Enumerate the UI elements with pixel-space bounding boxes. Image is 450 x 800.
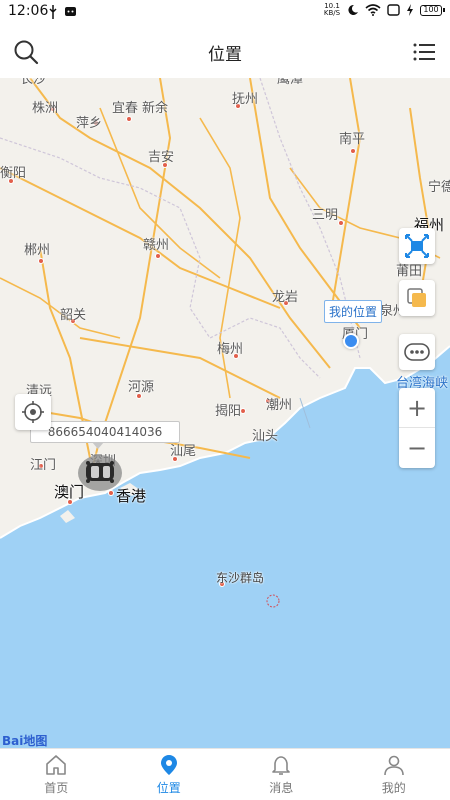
baidu-logo-suffix: 地图 bbox=[23, 734, 48, 748]
header: 位置 bbox=[0, 24, 450, 78]
wifi-icon bbox=[365, 4, 381, 16]
status-notification-icons bbox=[48, 5, 77, 19]
home-icon bbox=[46, 755, 67, 775]
city-label: 衡阳 bbox=[0, 166, 27, 181]
city-dot bbox=[155, 253, 161, 259]
fit-view-button[interactable] bbox=[399, 228, 435, 264]
notification-app-icon bbox=[65, 7, 76, 16]
tab-label: 消息 bbox=[269, 781, 294, 795]
city-label: 株洲 bbox=[32, 101, 59, 116]
city-label: 宁德 bbox=[428, 180, 450, 195]
fit-view-icon bbox=[405, 234, 429, 258]
status-right-icons: 10.1 KB/S 100 bbox=[323, 3, 445, 17]
tab-profile[interactable]: 我的 bbox=[338, 749, 450, 800]
more-button[interactable] bbox=[399, 334, 435, 370]
bell-icon bbox=[272, 756, 291, 775]
city-label: 汕头 bbox=[252, 429, 279, 444]
city-label: 南平 bbox=[339, 132, 366, 147]
city-dot bbox=[126, 116, 132, 122]
page-title: 位置 bbox=[208, 45, 242, 65]
zoom-out-button[interactable]: − bbox=[399, 428, 435, 468]
status-bar: 12:06 10.1 KB/S 100 bbox=[0, 0, 450, 24]
baidu-logo-text: Bai bbox=[2, 734, 24, 748]
user-icon bbox=[383, 755, 404, 776]
city-dot bbox=[338, 220, 344, 226]
zoom-control: + − bbox=[399, 388, 435, 468]
my-location-label: 我的位置 bbox=[324, 300, 383, 323]
list-menu-icon[interactable] bbox=[413, 42, 435, 62]
device-label-pointer bbox=[92, 442, 104, 449]
city-label: 宜春 bbox=[112, 101, 139, 116]
tab-label: 我的 bbox=[381, 781, 406, 795]
more-dots-icon bbox=[404, 343, 430, 361]
tab-label: 首页 bbox=[44, 781, 69, 795]
layers-icon bbox=[407, 288, 426, 307]
city-label: 长沙 bbox=[20, 78, 47, 87]
city-label: 梅州 bbox=[217, 342, 244, 357]
city-label: 韶关 bbox=[60, 308, 87, 323]
city-dot bbox=[350, 148, 356, 154]
battery-indicator: 100 bbox=[420, 4, 445, 16]
city-label: 三明 bbox=[312, 208, 339, 223]
city-label: 郴州 bbox=[24, 243, 51, 258]
tab-home[interactable]: 首页 bbox=[0, 749, 113, 800]
city-label: 新余 bbox=[142, 101, 169, 116]
status-time: 12:06 bbox=[8, 3, 49, 19]
locate-button[interactable] bbox=[15, 394, 51, 430]
city-label: 潮州 bbox=[266, 398, 293, 413]
screen-icon bbox=[387, 4, 400, 16]
do-not-disturb-icon bbox=[348, 4, 358, 15]
layers-button[interactable] bbox=[399, 280, 435, 316]
tab-location[interactable]: 位置 bbox=[113, 749, 226, 800]
crosshair-icon bbox=[22, 401, 44, 423]
city-label: 鹰潭 bbox=[277, 78, 304, 87]
location-pin-icon bbox=[160, 755, 177, 775]
tab-label: 位置 bbox=[156, 781, 181, 795]
vehicle-marker-icon[interactable] bbox=[76, 449, 124, 493]
my-location-marker[interactable] bbox=[343, 333, 359, 349]
island-label: 东沙群岛 bbox=[216, 571, 265, 585]
city-label: 河源 bbox=[128, 380, 155, 395]
city-label: 龙岩 bbox=[272, 290, 299, 305]
charging-icon bbox=[407, 4, 413, 16]
usb-icon bbox=[49, 5, 57, 19]
map-view[interactable]: 长沙 株洲 萍乡 宜春 新余 抚州 鹰潭 衡阳 吉安 南平 宁德 三明 福州 郴… bbox=[0, 78, 450, 748]
network-speed-unit: KB/S bbox=[323, 9, 341, 17]
zoom-in-button[interactable]: + bbox=[399, 388, 435, 428]
city-label: 赣州 bbox=[143, 238, 170, 253]
city-label: 吉安 bbox=[148, 150, 175, 165]
city-label: 江门 bbox=[30, 458, 57, 473]
tab-messages[interactable]: 消息 bbox=[225, 749, 338, 800]
network-speed: 10.1 KB/S bbox=[323, 3, 341, 17]
device-id-label[interactable]: 866654040414036 bbox=[30, 421, 180, 443]
city-label: 揭阳 bbox=[215, 404, 242, 419]
bottom-tab-bar: 首页 位置 消息 我的 bbox=[0, 748, 450, 800]
city-dot bbox=[38, 258, 44, 264]
city-label: 抚州 bbox=[232, 92, 259, 107]
city-label: 萍乡 bbox=[76, 116, 103, 131]
baidu-map-logo: Bai地图 bbox=[2, 732, 47, 748]
